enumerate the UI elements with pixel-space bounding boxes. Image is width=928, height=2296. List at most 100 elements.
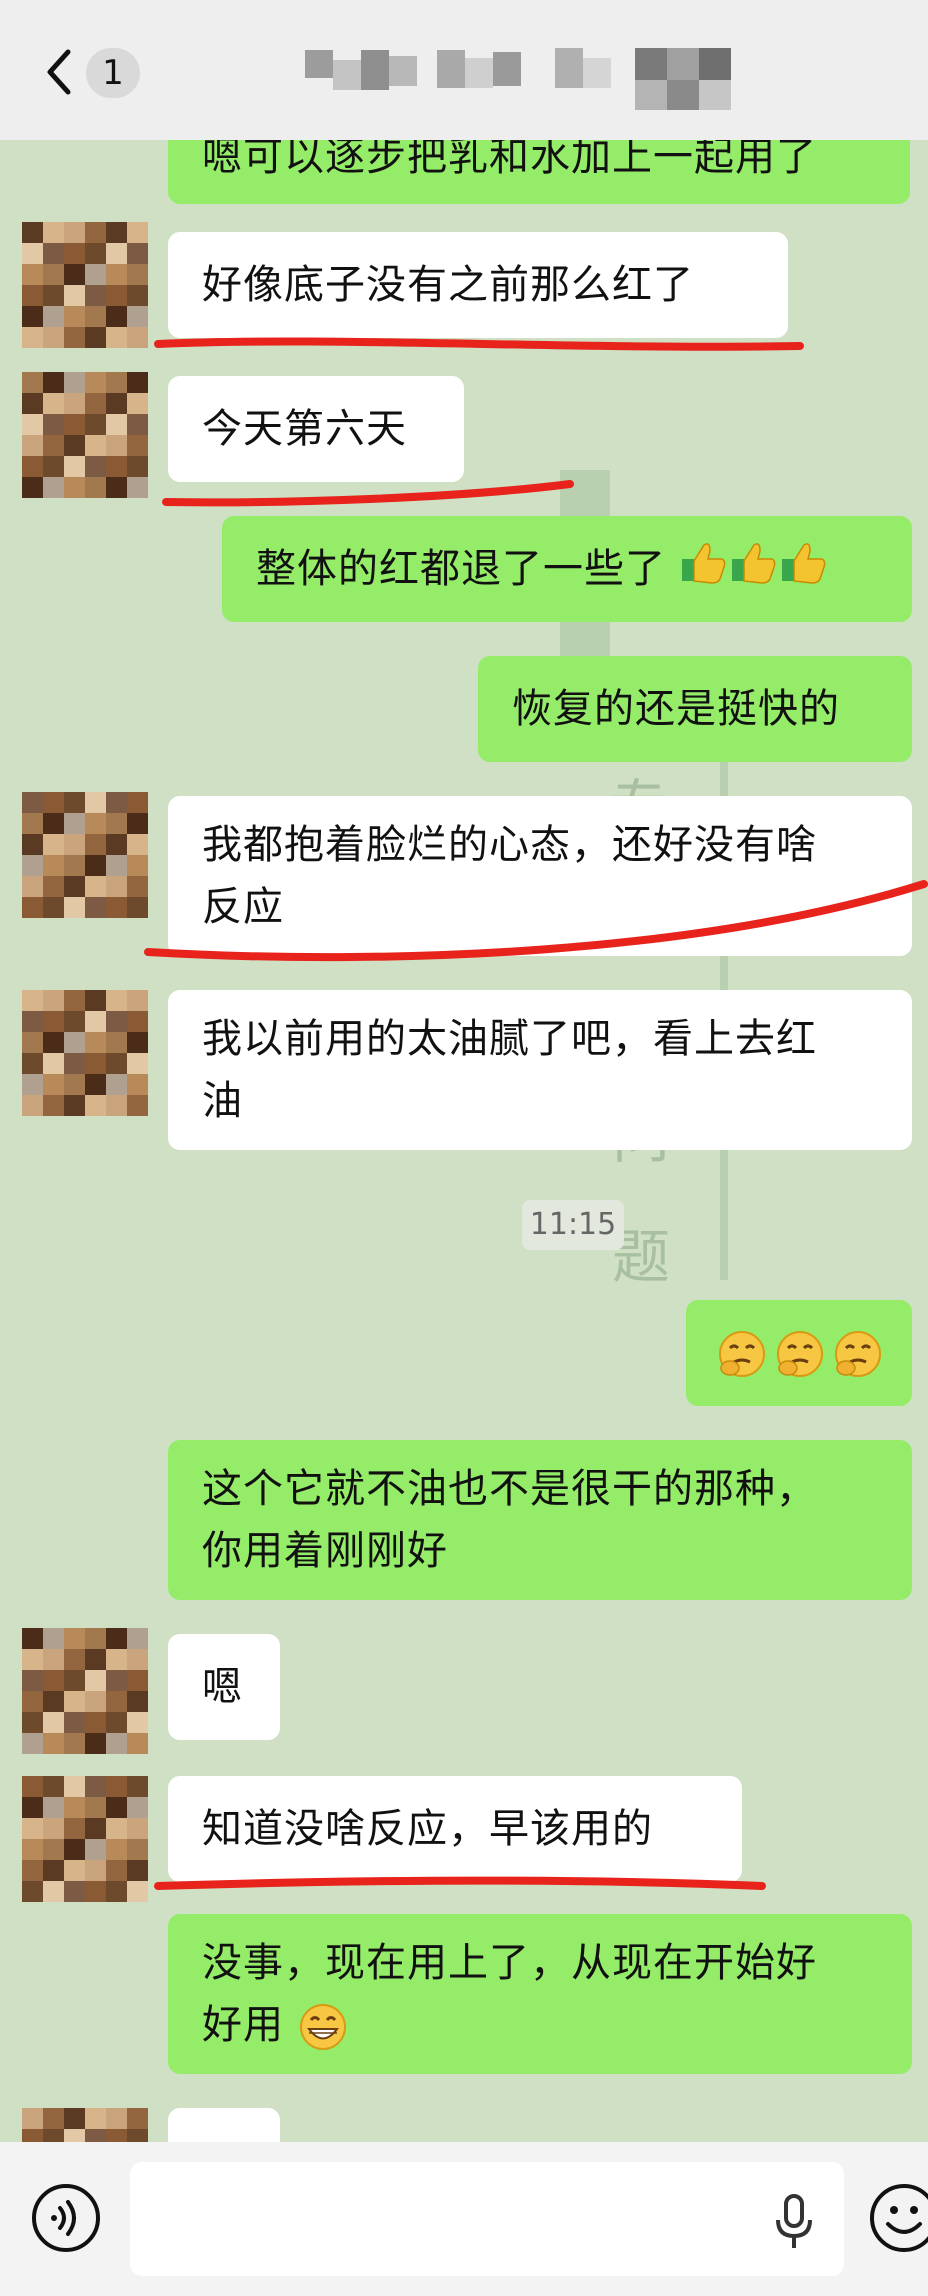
avatar-pixel [64, 1074, 85, 1095]
avatar-pixel [106, 1032, 127, 1053]
avatar-pixel [106, 1776, 127, 1797]
avatar-pixel [43, 1649, 64, 1670]
message-bubble-sent[interactable]: 这个它就不油也不是很干的那种， 你用着刚刚好 [168, 1440, 912, 1600]
avatar-pixel [85, 1691, 106, 1712]
avatar-pixel [22, 285, 43, 306]
message-bubble-received[interactable]: 好像底子没有之前那么红了 [168, 232, 788, 338]
avatar[interactable] [22, 372, 148, 498]
avatar-pixel [43, 1881, 64, 1902]
avatar-pixel [127, 1860, 148, 1881]
red-underline-annotation [162, 480, 574, 507]
avatar-pixel [22, 834, 43, 855]
avatar-pixel [127, 222, 148, 243]
avatar-pixel [22, 1839, 43, 1860]
avatar[interactable] [22, 990, 148, 1116]
avatar-pixel [43, 990, 64, 1011]
avatar-pixel [127, 1011, 148, 1032]
avatar-pixel [64, 1733, 85, 1754]
message-bubble-sent[interactable] [686, 1300, 912, 1406]
avatar-pixel [106, 1839, 127, 1860]
avatar-pixel [106, 813, 127, 834]
message-bubble-received[interactable]: 我以前用的太油腻了吧，看上去红 油 [168, 990, 912, 1150]
avatar-pixel [85, 2108, 106, 2129]
avatar-pixel [106, 1712, 127, 1733]
avatar-pixel [106, 834, 127, 855]
avatar[interactable] [22, 1628, 148, 1754]
avatar-pixel [127, 1881, 148, 1902]
avatar-pixel [64, 243, 85, 264]
avatar-pixel [64, 1712, 85, 1733]
avatar-pixel [85, 813, 106, 834]
avatar-pixel [106, 1733, 127, 1754]
avatar-pixel [43, 1032, 64, 1053]
avatar-pixel [64, 306, 85, 327]
avatar-pixel [127, 1818, 148, 1839]
avatar[interactable] [22, 222, 148, 348]
avatar-pixel [127, 414, 148, 435]
avatar-pixel [127, 813, 148, 834]
avatar-pixel [22, 1053, 43, 1074]
avatar-pixel [127, 834, 148, 855]
avatar-pixel [85, 264, 106, 285]
avatar-pixel [127, 1649, 148, 1670]
message-bubble-sent[interactable]: 恢复的还是挺快的 [478, 656, 912, 762]
avatar-pixel [106, 264, 127, 285]
avatar-pixel [22, 264, 43, 285]
microphone-icon[interactable] [770, 2192, 818, 2252]
avatar-pixel [106, 990, 127, 1011]
avatar-pixel [22, 1712, 43, 1733]
avatar-pixel [85, 1032, 106, 1053]
avatar[interactable] [22, 792, 148, 918]
avatar-pixel [85, 1095, 106, 1116]
avatar-pixel [85, 897, 106, 918]
avatar-pixel [43, 306, 64, 327]
unread-count-badge[interactable]: 1 [86, 48, 140, 98]
avatar-pixel [106, 1818, 127, 1839]
avatar-pixel [85, 1881, 106, 1902]
avatar-pixel [64, 1839, 85, 1860]
avatar-pixel [64, 834, 85, 855]
avatar-pixel [85, 306, 106, 327]
avatar-pixel [43, 1839, 64, 1860]
avatar-pixel [85, 1860, 106, 1881]
avatar-pixel [85, 393, 106, 414]
avatar-pixel [106, 414, 127, 435]
avatar-pixel [22, 813, 43, 834]
avatar-pixel [85, 792, 106, 813]
avatar-pixel [64, 1670, 85, 1691]
avatar-pixel [106, 1860, 127, 1881]
avatar-pixel [127, 285, 148, 306]
avatar-pixel [85, 414, 106, 435]
avatar-pixel [85, 876, 106, 897]
avatar-pixel [43, 477, 64, 498]
avatar-pixel [22, 456, 43, 477]
red-underline-annotation [144, 880, 928, 962]
avatar-pixel [43, 813, 64, 834]
voice-input-icon[interactable] [30, 2182, 102, 2254]
avatar-pixel [127, 2108, 148, 2129]
avatar-pixel [43, 1818, 64, 1839]
avatar-pixel [43, 834, 64, 855]
thumbs-up-icon [681, 543, 726, 584]
avatar-pixel [85, 1053, 106, 1074]
avatar-pixel [64, 792, 85, 813]
message-input[interactable] [130, 2162, 844, 2276]
message-bubble-sent[interactable]: 整体的红都退了一些了 [222, 516, 912, 622]
avatar-pixel [106, 1670, 127, 1691]
emoji-picker-icon[interactable] [868, 2182, 928, 2254]
avatar-pixel [22, 897, 43, 918]
avatar-pixel [127, 393, 148, 414]
avatar-pixel [127, 477, 148, 498]
avatar-pixel [43, 456, 64, 477]
avatar-pixel [43, 1670, 64, 1691]
avatar[interactable] [22, 1776, 148, 1902]
avatar-pixel [85, 1670, 106, 1691]
avatar-pixel [43, 393, 64, 414]
avatar-pixel [106, 1691, 127, 1712]
avatar-pixel [127, 372, 148, 393]
message-bubble-sent[interactable]: 没事，现在用上了，从现在开始好 好用 [168, 1914, 912, 2074]
avatar-pixel [22, 1860, 43, 1881]
message-bubble-received[interactable]: 嗯 [168, 1634, 280, 1740]
input-bar [0, 2142, 928, 2296]
avatar-pixel [22, 1628, 43, 1649]
